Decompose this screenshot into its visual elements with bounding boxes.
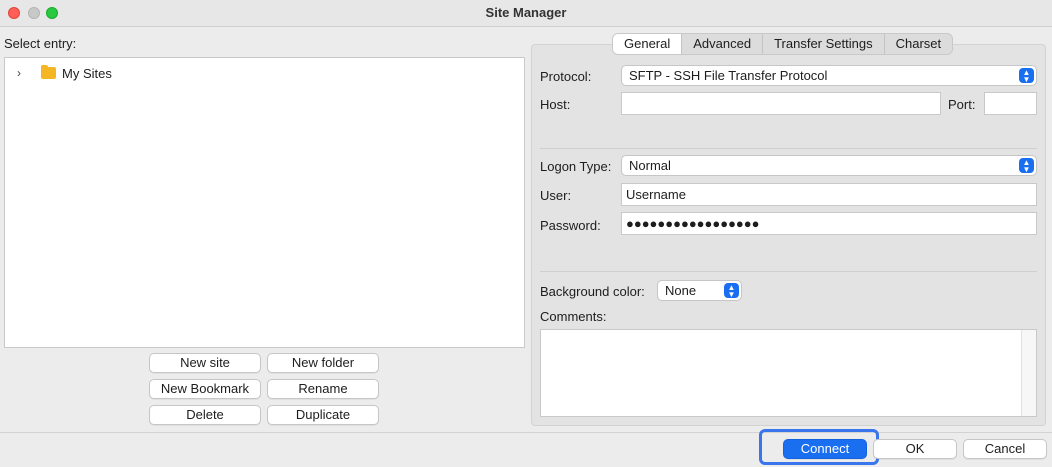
user-label: User: bbox=[540, 188, 572, 203]
folder-icon bbox=[41, 65, 56, 79]
stepper-arrows-icon: ▲ ▼ bbox=[1019, 158, 1034, 174]
new-bookmark-button[interactable]: New Bookmark bbox=[149, 379, 261, 399]
duplicate-button[interactable]: Duplicate bbox=[267, 405, 379, 425]
stepper-arrows-icon: ▲ ▼ bbox=[724, 283, 739, 299]
rename-button[interactable]: Rename bbox=[267, 379, 379, 399]
chevron-right-icon[interactable]: › bbox=[17, 66, 31, 80]
background-color-value: None bbox=[665, 283, 697, 298]
tree-item-label: My Sites bbox=[62, 65, 112, 81]
tab-general[interactable]: General bbox=[613, 34, 683, 54]
background-color-select[interactable]: None ▲ ▼ bbox=[657, 280, 742, 301]
section-divider bbox=[540, 271, 1037, 272]
protocol-label: Protocol: bbox=[540, 69, 592, 84]
connect-button[interactable]: Connect bbox=[783, 439, 867, 459]
user-input[interactable]: Username bbox=[621, 183, 1037, 206]
comments-label: Comments: bbox=[540, 309, 607, 324]
logon-type-label: Logon Type: bbox=[540, 159, 612, 174]
title-bar: Site Manager bbox=[0, 0, 1052, 27]
password-input[interactable]: ●●●●●●●●●●●●●●●●● bbox=[621, 212, 1037, 235]
tab-charset[interactable]: Charset bbox=[885, 34, 953, 54]
select-entry-label: Select entry: bbox=[4, 36, 77, 51]
stepper-arrows-icon: ▲ ▼ bbox=[1019, 68, 1034, 84]
new-folder-button[interactable]: New folder bbox=[267, 353, 379, 373]
cancel-button[interactable]: Cancel bbox=[963, 439, 1047, 459]
site-tree[interactable]: › My Sites bbox=[4, 57, 525, 348]
logon-type-value: Normal bbox=[629, 158, 671, 173]
password-label: Password: bbox=[540, 218, 601, 233]
new-site-button[interactable]: New site bbox=[149, 353, 261, 373]
settings-tabs: General Advanced Transfer Settings Chars… bbox=[612, 33, 954, 55]
window-title: Site Manager bbox=[485, 5, 567, 20]
protocol-select[interactable]: SFTP - SSH File Transfer Protocol ▲ ▼ bbox=[621, 65, 1037, 86]
tab-transfer-settings[interactable]: Transfer Settings bbox=[763, 34, 885, 54]
tree-item-my-sites[interactable]: › My Sites bbox=[17, 65, 112, 81]
tab-advanced[interactable]: Advanced bbox=[682, 34, 764, 54]
delete-button[interactable]: Delete bbox=[149, 405, 261, 425]
background-color-label: Background color: bbox=[540, 284, 645, 299]
footer-divider bbox=[0, 432, 1052, 433]
logon-type-select[interactable]: Normal ▲ ▼ bbox=[621, 155, 1037, 176]
ok-button[interactable]: OK bbox=[873, 439, 957, 459]
comments-scrollbar[interactable] bbox=[1021, 330, 1036, 416]
port-input[interactable] bbox=[984, 92, 1037, 115]
host-label: Host: bbox=[540, 97, 571, 112]
protocol-value: SFTP - SSH File Transfer Protocol bbox=[629, 68, 828, 83]
comments-textarea[interactable] bbox=[540, 329, 1037, 417]
host-input[interactable] bbox=[621, 92, 941, 115]
section-divider bbox=[540, 148, 1037, 149]
port-label: Port: bbox=[948, 97, 976, 112]
